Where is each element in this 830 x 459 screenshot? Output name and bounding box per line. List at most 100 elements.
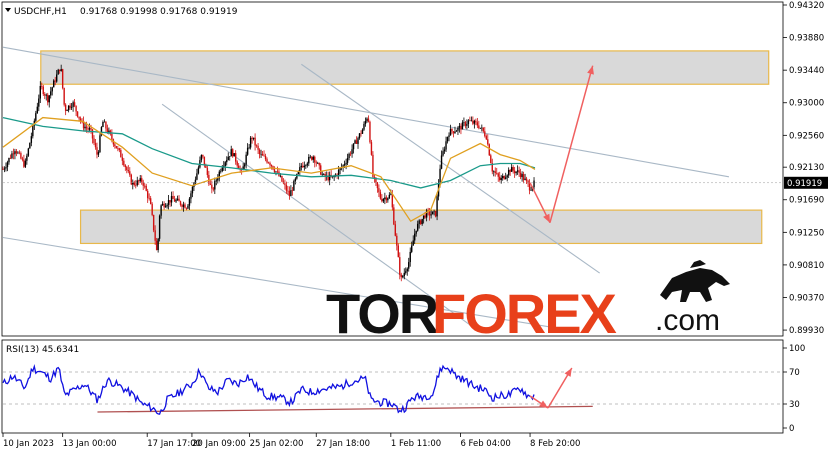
candle-body bbox=[181, 204, 183, 207]
candle-body bbox=[236, 161, 238, 166]
candle-body bbox=[158, 215, 161, 239]
candle-body bbox=[63, 87, 65, 105]
candle-body bbox=[224, 162, 226, 167]
candle-body bbox=[263, 155, 265, 157]
candle-body bbox=[173, 199, 176, 202]
y-tick-label: 0.93000 bbox=[789, 99, 824, 109]
candle-body bbox=[188, 198, 191, 206]
candle-body bbox=[357, 138, 359, 144]
candle-body bbox=[458, 125, 461, 128]
candle-body bbox=[66, 110, 68, 112]
candle-body bbox=[290, 190, 292, 196]
price-chart: 0.94320 0.93880 0.93440 0.93000 0.92560 0.921… bbox=[1, 1, 828, 449]
candle-body bbox=[227, 156, 229, 161]
candle-body bbox=[170, 196, 173, 203]
candle-body bbox=[418, 220, 420, 224]
candle-body bbox=[235, 153, 237, 162]
candle-body bbox=[148, 198, 150, 199]
candle-body bbox=[472, 120, 474, 124]
candle-body bbox=[163, 203, 165, 208]
candle-body bbox=[200, 154, 203, 161]
candle-body bbox=[6, 162, 9, 168]
candle-body bbox=[146, 190, 149, 199]
candle-body bbox=[448, 135, 450, 137]
candle-body bbox=[249, 137, 252, 148]
candle-body bbox=[35, 113, 37, 121]
candle-body bbox=[57, 69, 59, 75]
y-tick-label: 0.93440 bbox=[789, 66, 824, 76]
candle-body bbox=[504, 177, 507, 179]
candle-body bbox=[513, 170, 516, 174]
candle-body bbox=[9, 157, 12, 159]
candle-body bbox=[442, 151, 444, 156]
candle-body bbox=[78, 116, 80, 119]
rsi-level-label: 0 bbox=[789, 424, 794, 434]
candle-body bbox=[30, 136, 33, 143]
candle-body bbox=[288, 190, 291, 196]
candle-body bbox=[320, 165, 322, 175]
candle-body bbox=[118, 148, 121, 151]
candle-body bbox=[144, 185, 146, 187]
candle-body bbox=[42, 86, 44, 95]
candle-body bbox=[129, 171, 131, 175]
candle-body bbox=[378, 188, 380, 193]
candle-body bbox=[276, 171, 279, 173]
candle-body bbox=[440, 155, 443, 169]
candle-body bbox=[490, 155, 492, 164]
candle-body bbox=[254, 137, 256, 146]
candle-body bbox=[519, 172, 522, 178]
x-tick-label: 25 Jan 02:00 bbox=[250, 439, 304, 449]
candle-body bbox=[352, 143, 355, 150]
candle-body bbox=[246, 147, 249, 155]
candle-body bbox=[152, 214, 155, 231]
candle-body bbox=[44, 94, 46, 96]
candle-body bbox=[191, 186, 194, 194]
candle-body bbox=[473, 120, 476, 124]
candle-body bbox=[494, 171, 496, 173]
candle-body bbox=[399, 257, 401, 275]
candle-body bbox=[466, 123, 468, 126]
candle-body bbox=[285, 185, 288, 191]
candle-body bbox=[482, 127, 485, 132]
candle-body bbox=[160, 205, 162, 216]
candle-body bbox=[255, 145, 258, 147]
candle-body bbox=[60, 69, 62, 71]
candle-body bbox=[411, 245, 413, 252]
candle-body bbox=[212, 188, 215, 190]
candle-body bbox=[76, 111, 79, 117]
candle-body bbox=[67, 105, 70, 111]
candle-body bbox=[507, 169, 510, 176]
candle-body bbox=[449, 128, 452, 136]
time-axis: 10 Jan 2023 13 Jan 00:00 17 Jan 17:0020 Ja… bbox=[2, 433, 580, 449]
candle-body bbox=[314, 156, 316, 163]
candle-body bbox=[481, 127, 483, 129]
candle-body bbox=[300, 165, 303, 168]
candle-body bbox=[346, 157, 349, 163]
candle-body bbox=[478, 125, 480, 129]
candle-body bbox=[366, 118, 368, 121]
candle-body bbox=[412, 240, 414, 246]
candle-body bbox=[467, 120, 470, 124]
rsi-label: RSI(13) 45.6341 bbox=[6, 345, 79, 355]
candle-body bbox=[485, 136, 487, 140]
candle-body bbox=[354, 140, 356, 144]
candle-body bbox=[214, 181, 216, 190]
candle-body bbox=[273, 169, 276, 173]
candle-body bbox=[145, 185, 147, 191]
candle-body bbox=[142, 181, 144, 186]
candle-body bbox=[318, 162, 320, 166]
candle-body bbox=[516, 170, 519, 172]
candle-body bbox=[317, 162, 319, 164]
candle-body bbox=[445, 141, 447, 150]
candle-body bbox=[487, 139, 489, 145]
candle-body bbox=[14, 151, 16, 155]
candle-body bbox=[141, 178, 143, 182]
candle-body bbox=[105, 121, 107, 129]
candle-body bbox=[41, 85, 43, 87]
rsi-panel-frame bbox=[1, 339, 784, 434]
candle-body bbox=[284, 183, 286, 186]
candle-body bbox=[97, 152, 100, 155]
candle-body bbox=[26, 155, 28, 161]
candle-body bbox=[127, 169, 129, 172]
candle-body bbox=[415, 230, 417, 234]
